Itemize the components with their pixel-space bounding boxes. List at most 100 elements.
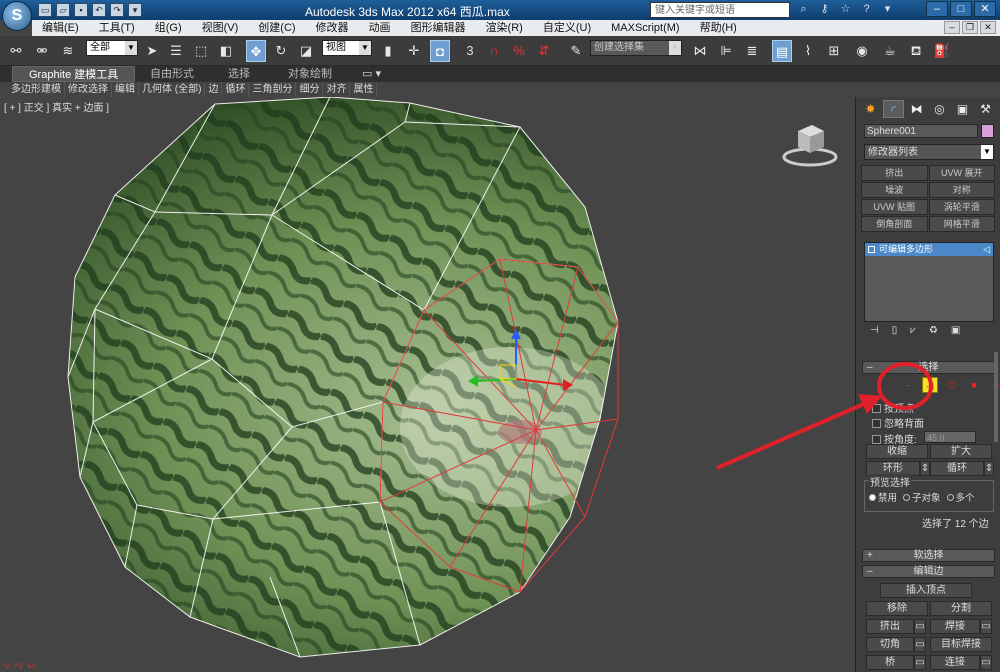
- modifier-uvw-unwrap-button[interactable]: UVW 展开: [928, 165, 995, 181]
- rollout-soft-selection-header[interactable]: + 软选择: [862, 549, 995, 562]
- rendered-frame-icon[interactable]: ⛾: [906, 40, 926, 62]
- sub-tab-edit[interactable]: 编辑: [112, 82, 139, 97]
- connect-settings-icon[interactable]: ▭: [980, 655, 992, 670]
- remove-modifier-icon[interactable]: ♻: [929, 325, 938, 336]
- close-button[interactable]: ✕: [974, 1, 996, 17]
- object-color-swatch[interactable]: [981, 124, 994, 138]
- render-setup-icon[interactable]: ☕: [880, 40, 900, 62]
- pivot-point-icon[interactable]: ▮: [378, 40, 398, 62]
- rectangular-selection-icon[interactable]: ⬚: [191, 40, 211, 62]
- motion-tab-icon[interactable]: ◎: [929, 100, 950, 118]
- loop-spinner[interactable]: ⇕: [984, 461, 994, 476]
- maximize-button[interactable]: □: [950, 1, 972, 17]
- unlink-icon[interactable]: ⚮: [32, 40, 52, 62]
- link-icon[interactable]: ⚯: [6, 40, 26, 62]
- tab-freeform[interactable]: 自由形式: [150, 66, 194, 82]
- menu-item[interactable]: 组(G): [145, 20, 192, 36]
- sub-tab-subdivision[interactable]: 细分: [296, 82, 324, 97]
- redo-icon[interactable]: ↷: [110, 3, 124, 17]
- key-icon[interactable]: ⚷: [817, 2, 832, 17]
- snaps-toggle-icon[interactable]: 3: [460, 40, 480, 62]
- modifier-meshsmooth-button[interactable]: 网格平滑: [928, 216, 995, 232]
- percent-snap-icon[interactable]: %: [509, 40, 529, 62]
- chamfer-settings-icon[interactable]: ▭: [914, 637, 926, 652]
- sub-tab-modify-selection[interactable]: 修改选择: [65, 82, 112, 97]
- sub-tab-geometry[interactable]: 几何体 (全部): [139, 82, 206, 97]
- viewcube-icon[interactable]: [780, 119, 840, 169]
- menu-item[interactable]: MAXScript(M): [601, 20, 689, 36]
- polygon-level-icon[interactable]: ■: [966, 377, 982, 393]
- bridge-settings-icon[interactable]: ▭: [914, 655, 926, 670]
- bridge-button[interactable]: 桥: [866, 655, 914, 670]
- split-button[interactable]: 分割: [930, 601, 992, 616]
- viewport-label[interactable]: [ + ] 正交 ] 真实 + 边面 ]: [4, 99, 109, 114]
- loop-button[interactable]: 循环: [930, 461, 984, 476]
- menu-item[interactable]: 渲染(R): [476, 20, 533, 36]
- modifier-symmetry-button[interactable]: 对称: [928, 182, 995, 198]
- named-selection-dropdown[interactable]: 创建选择集 ▼: [590, 40, 682, 56]
- align-icon[interactable]: ⊫: [716, 40, 736, 62]
- search-input[interactable]: 键入关键字或短语: [650, 2, 790, 18]
- menu-item[interactable]: 自定义(U): [533, 20, 601, 36]
- connect-button[interactable]: 连接: [930, 655, 980, 670]
- select-and-scale-icon[interactable]: ◪: [296, 40, 316, 62]
- doc-close-button[interactable]: ✕: [980, 21, 996, 34]
- remove-button[interactable]: 移除: [866, 601, 928, 616]
- layer-manager-icon[interactable]: ≣: [742, 40, 762, 62]
- binoculars-icon[interactable]: ⌕: [796, 2, 811, 17]
- menu-item[interactable]: 工具(T): [89, 20, 145, 36]
- tab-selection[interactable]: 选择: [228, 66, 250, 82]
- menu-item[interactable]: 动画: [359, 20, 401, 36]
- menu-item[interactable]: 创建(C): [248, 20, 305, 36]
- window-crossing-icon[interactable]: ◧: [216, 40, 236, 62]
- select-and-move-icon[interactable]: ✥: [246, 40, 266, 62]
- selection-filter-dropdown[interactable]: 全部 ▼: [86, 40, 138, 56]
- select-and-rotate-icon[interactable]: ↻: [271, 40, 291, 62]
- minimize-button[interactable]: –: [926, 1, 948, 17]
- schematic-view-icon[interactable]: ⊞: [824, 40, 844, 62]
- perspective-viewport[interactable]: [ + ] 正交 ] 真实 + 边面 ] ↑z ↗y ↘x: [0, 97, 855, 672]
- shrink-button[interactable]: 收缩: [866, 444, 928, 459]
- select-object-icon[interactable]: ➤: [142, 40, 162, 62]
- rollout-selection-header[interactable]: – 选择: [862, 361, 995, 374]
- object-name-field[interactable]: Sphere001: [864, 124, 978, 138]
- vertex-level-icon[interactable]: ·: [900, 377, 916, 393]
- preview-multi-radio[interactable]: 多个: [946, 490, 975, 504]
- weld-settings-icon[interactable]: ▭: [980, 619, 992, 634]
- angle-spinner[interactable]: 45.0: [924, 431, 976, 443]
- extrude-settings-icon[interactable]: ▭: [914, 619, 926, 634]
- sub-tab-polygon-modeling[interactable]: 多边形建模: [8, 82, 65, 97]
- display-tab-icon[interactable]: ▣: [952, 100, 973, 118]
- curve-editor-icon[interactable]: ⌇: [798, 40, 818, 62]
- chamfer-button[interactable]: 切角: [866, 637, 914, 652]
- edge-level-icon[interactable]: ◁: [922, 377, 938, 393]
- reference-coordinate-dropdown[interactable]: 视图 ▼: [322, 40, 372, 56]
- modifier-bevel-profile-button[interactable]: 倒角剖面: [861, 216, 928, 232]
- render-production-icon[interactable]: ⛽: [932, 40, 952, 62]
- menu-item[interactable]: 帮助(H): [690, 20, 747, 36]
- border-level-icon[interactable]: ⬡: [944, 377, 960, 393]
- sub-tab-edges[interactable]: 边: [205, 82, 223, 97]
- material-editor-icon[interactable]: ◉: [852, 40, 872, 62]
- weld-button[interactable]: 焊接: [930, 619, 980, 634]
- menu-item[interactable]: 编辑(E): [32, 20, 89, 36]
- modify-tab-icon[interactable]: ◜: [883, 100, 904, 118]
- modifier-turbosmooth-button[interactable]: 涡轮平滑: [928, 199, 995, 215]
- sub-tab-tris[interactable]: 三角剖分: [249, 82, 297, 97]
- rollout-edit-edges-header[interactable]: – 编辑边: [862, 565, 995, 578]
- create-tab-icon[interactable]: ✸: [860, 100, 881, 118]
- ribbon-options-icon[interactable]: ▭ ▾: [362, 66, 381, 82]
- star-icon[interactable]: ☆: [838, 2, 853, 17]
- watermelon-sphere-model[interactable]: [0, 97, 855, 672]
- bind-space-warp-icon[interactable]: ≋: [58, 40, 78, 62]
- modifier-noise-button[interactable]: 噪波: [861, 182, 928, 198]
- panel-scrollbar[interactable]: [994, 352, 998, 442]
- modifier-extrude-button[interactable]: 挤出: [861, 165, 928, 181]
- new-file-icon[interactable]: ▭: [38, 3, 52, 17]
- sub-tab-properties[interactable]: 属性: [350, 82, 378, 97]
- hierarchy-tab-icon[interactable]: ⧓: [906, 100, 927, 118]
- by-vertex-checkbox[interactable]: 按顶点: [872, 400, 914, 415]
- save-icon[interactable]: ▪: [74, 3, 88, 17]
- edit-named-selection-icon[interactable]: ✎: [566, 40, 586, 62]
- help-icon[interactable]: ?: [859, 2, 874, 17]
